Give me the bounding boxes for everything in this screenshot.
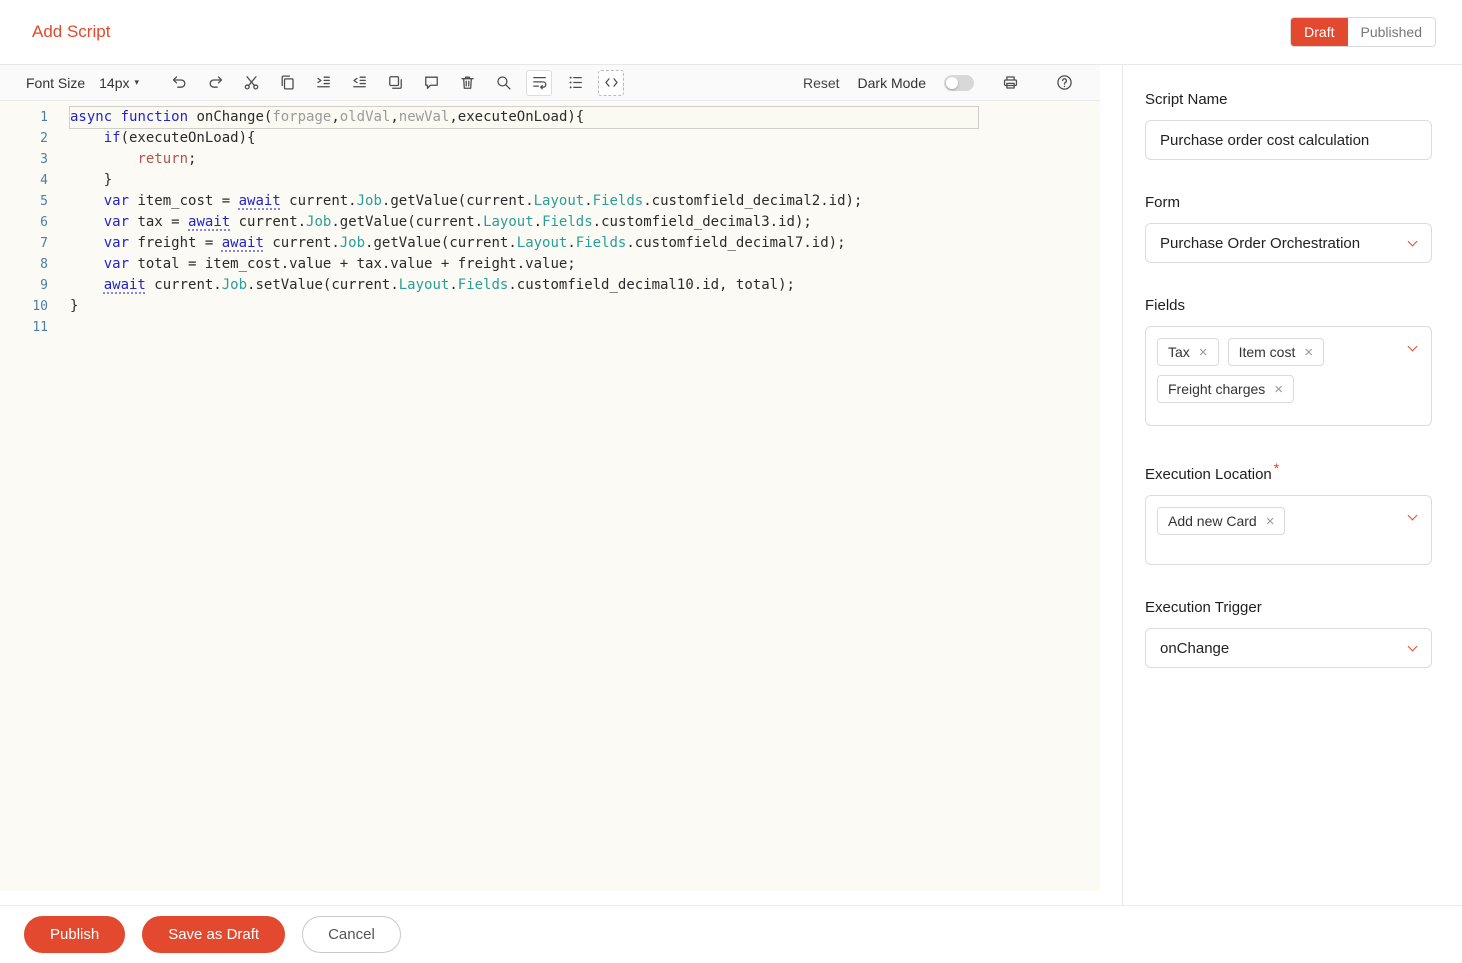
chip-label: Item cost xyxy=(1238,344,1296,360)
script-name-input[interactable] xyxy=(1145,120,1432,160)
publish-button[interactable]: Publish xyxy=(24,916,126,953)
main-area: Font Size 14px ▾ Reset Dark Mode 1 2 3 4… xyxy=(0,64,1462,905)
chevron-down-icon xyxy=(1407,641,1418,652)
indent-icon[interactable] xyxy=(310,70,336,96)
fields-label: Fields xyxy=(1145,297,1186,314)
selected-chip[interactable]: Add new Card × xyxy=(1157,507,1286,535)
copy-icon[interactable] xyxy=(274,70,300,96)
page-title: Add Script xyxy=(32,22,111,41)
form-label: Form xyxy=(1145,194,1180,211)
execution-trigger-value: onChange xyxy=(1160,639,1230,657)
comment-icon[interactable] xyxy=(418,70,444,96)
chip-remove-icon[interactable]: × xyxy=(1304,345,1313,360)
search-icon[interactable] xyxy=(490,70,516,96)
fields-chips: Tax × Item cost × Freight charges × xyxy=(1157,338,1397,403)
draft-tab[interactable]: Draft xyxy=(1291,18,1348,46)
font-size-label: Font Size xyxy=(26,74,86,91)
chip-remove-icon[interactable]: × xyxy=(1274,382,1283,397)
dark-mode-label: Dark Mode xyxy=(857,74,926,91)
help-icon[interactable] xyxy=(1051,70,1077,96)
execution-trigger-label: Execution Trigger xyxy=(1145,599,1262,616)
published-tab[interactable]: Published xyxy=(1347,18,1435,46)
editor-toolbar: Font Size 14px ▾ Reset Dark Mode xyxy=(0,65,1100,101)
delete-icon[interactable] xyxy=(454,70,480,96)
dark-mode-toggle[interactable] xyxy=(944,74,974,91)
chip-label: Freight charges xyxy=(1168,381,1266,397)
draft-published-toggle: Draft Published xyxy=(1290,17,1436,47)
ordered-list-icon[interactable] xyxy=(562,70,588,96)
script-name-group: Script Name xyxy=(1145,91,1432,160)
add-script-page: Add Script Draft Published Font Size 14p… xyxy=(0,0,1462,963)
execution-location-multiselect[interactable]: Add new Card × xyxy=(1145,495,1432,565)
chip-remove-icon[interactable]: × xyxy=(1266,514,1275,529)
caret-down-icon: ▾ xyxy=(134,77,140,87)
code-editor[interactable]: 1 2 3 4 5 6 7 8 9 10 11 async function onChange(fo… xyxy=(0,101,1100,891)
form-select[interactable]: Purchase Order Orchestration xyxy=(1145,223,1432,263)
form-group: Form Purchase Order Orchestration xyxy=(1145,194,1432,263)
execution-location-group: Execution Location * Add new Card × xyxy=(1145,460,1432,565)
outdent-icon[interactable] xyxy=(346,70,372,96)
script-name-label: Script Name xyxy=(1145,91,1228,108)
undo-icon[interactable] xyxy=(166,70,192,96)
code-block-icon[interactable] xyxy=(598,69,625,96)
redo-icon[interactable] xyxy=(202,70,228,96)
duplicate-icon[interactable] xyxy=(382,70,408,96)
fields-multiselect[interactable]: Tax × Item cost × Freight charges × xyxy=(1145,326,1432,426)
code-lines[interactable]: async function onChange(forpage,oldVal,n… xyxy=(62,106,1100,891)
chevron-down-icon xyxy=(1407,236,1418,247)
chevron-down-icon xyxy=(1407,341,1418,352)
fields-group: Fields Tax × Item cost × Freight charges × xyxy=(1145,297,1432,426)
print-icon[interactable] xyxy=(997,70,1023,96)
footer-actions: Publish Save as Draft Cancel xyxy=(0,905,1462,963)
execution-trigger-group: Execution Trigger onChange xyxy=(1145,599,1432,668)
line-numbers: 1 2 3 4 5 6 7 8 9 10 11 xyxy=(32,110,48,335)
selected-chip[interactable]: Tax × xyxy=(1157,338,1219,366)
script-settings-panel: Script Name Form Purchase Order Orchestr… xyxy=(1122,65,1462,905)
selected-chip[interactable]: Item cost × xyxy=(1227,338,1325,366)
font-size-select[interactable]: 14px ▾ xyxy=(99,75,139,91)
execution-location-label: Execution Location * xyxy=(1145,460,1280,483)
page-header: Add Script Draft Published xyxy=(0,0,1462,64)
save-as-draft-button[interactable]: Save as Draft xyxy=(142,916,286,953)
chip-label: Add new Card xyxy=(1168,513,1257,529)
chip-label: Tax xyxy=(1168,344,1190,360)
cut-icon[interactable] xyxy=(238,70,264,96)
reset-button[interactable]: Reset xyxy=(803,75,840,91)
cancel-button[interactable]: Cancel xyxy=(302,916,401,953)
chevron-down-icon xyxy=(1407,510,1418,521)
execution-location-chips: Add new Card × xyxy=(1157,507,1397,535)
chip-remove-icon[interactable]: × xyxy=(1199,345,1208,360)
toolbar-right: Reset Dark Mode xyxy=(803,70,1082,96)
font-size-value: 14px xyxy=(99,74,130,91)
script-editor-pane: Font Size 14px ▾ Reset Dark Mode 1 2 3 4… xyxy=(0,65,1122,905)
execution-trigger-select[interactable]: onChange xyxy=(1145,628,1432,668)
selected-chip[interactable]: Freight charges × xyxy=(1157,375,1295,403)
toggle-knob-icon xyxy=(946,76,958,89)
form-select-value: Purchase Order Orchestration xyxy=(1160,234,1361,252)
wrap-lines-icon[interactable] xyxy=(526,69,553,96)
required-asterisk: * xyxy=(1273,460,1280,476)
